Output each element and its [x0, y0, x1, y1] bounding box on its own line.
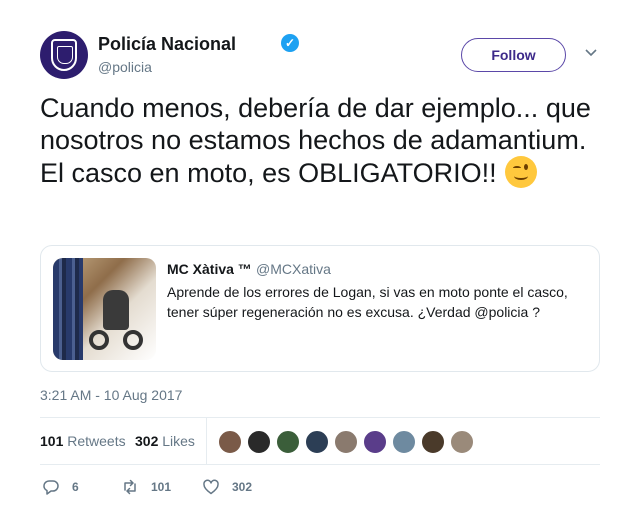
- retweets-label: Retweets: [67, 433, 126, 449]
- likes-stat[interactable]: 302 Likes: [135, 433, 195, 449]
- liker-avatar[interactable]: [421, 430, 445, 454]
- quoted-tweet[interactable]: MC Xàtiva ™ @MCXativa Aprende de los err…: [40, 245, 600, 372]
- quoted-tweet-image[interactable]: [53, 258, 156, 360]
- tweet-timestamp[interactable]: 3:21 AM - 10 Aug 2017: [40, 387, 182, 403]
- liker-avatar[interactable]: [305, 430, 329, 454]
- retweets-count: 101: [40, 433, 64, 449]
- like-count: 302: [232, 480, 253, 494]
- liker-avatar[interactable]: [450, 430, 474, 454]
- heart-icon: [203, 479, 219, 495]
- liker-avatar[interactable]: [363, 430, 387, 454]
- liker-avatar[interactable]: [334, 430, 358, 454]
- liker-avatar[interactable]: [276, 430, 300, 454]
- liker-avatar[interactable]: [218, 430, 242, 454]
- tweet-text: Cuando menos, debería de dar ejemplo... …: [40, 92, 600, 189]
- tweet-header: Policía Nacional ✓ @policia Follow: [40, 31, 600, 79]
- follow-button[interactable]: Follow: [461, 38, 566, 72]
- quoted-author-name: MC Xàtiva ™: [167, 261, 252, 277]
- retweet-button[interactable]: 101: [121, 478, 171, 496]
- likes-count: 302: [135, 433, 159, 449]
- quoted-author-handle: @MCXativa: [256, 261, 331, 277]
- police-crest-icon: [51, 39, 77, 71]
- reply-button[interactable]: 6: [42, 478, 79, 496]
- author-handle[interactable]: @policia: [98, 59, 152, 75]
- author-avatar[interactable]: [40, 31, 88, 79]
- tweet-actions: 6 101 302: [40, 476, 600, 498]
- author-name[interactable]: Policía Nacional: [98, 34, 236, 55]
- liker-avatar[interactable]: [247, 430, 271, 454]
- winking-face-emoji-icon: [504, 156, 537, 188]
- retweet-count: 101: [151, 480, 172, 494]
- retweets-stat[interactable]: 101 Retweets: [40, 433, 126, 449]
- chevron-down-icon[interactable]: [583, 44, 599, 60]
- reply-icon: [43, 480, 59, 495]
- quoted-tweet-text: Aprende de los errores de Logan, si vas …: [167, 284, 568, 320]
- reply-count: 6: [72, 480, 79, 494]
- like-button[interactable]: 302: [202, 478, 252, 496]
- retweet-icon: [124, 479, 136, 495]
- verified-badge-icon: ✓: [281, 34, 299, 52]
- tweet-stats: 101 Retweets 302 Likes: [40, 417, 600, 465]
- liker-avatar[interactable]: [392, 430, 416, 454]
- likes-label: Likes: [162, 433, 195, 449]
- stats-divider: [206, 418, 207, 465]
